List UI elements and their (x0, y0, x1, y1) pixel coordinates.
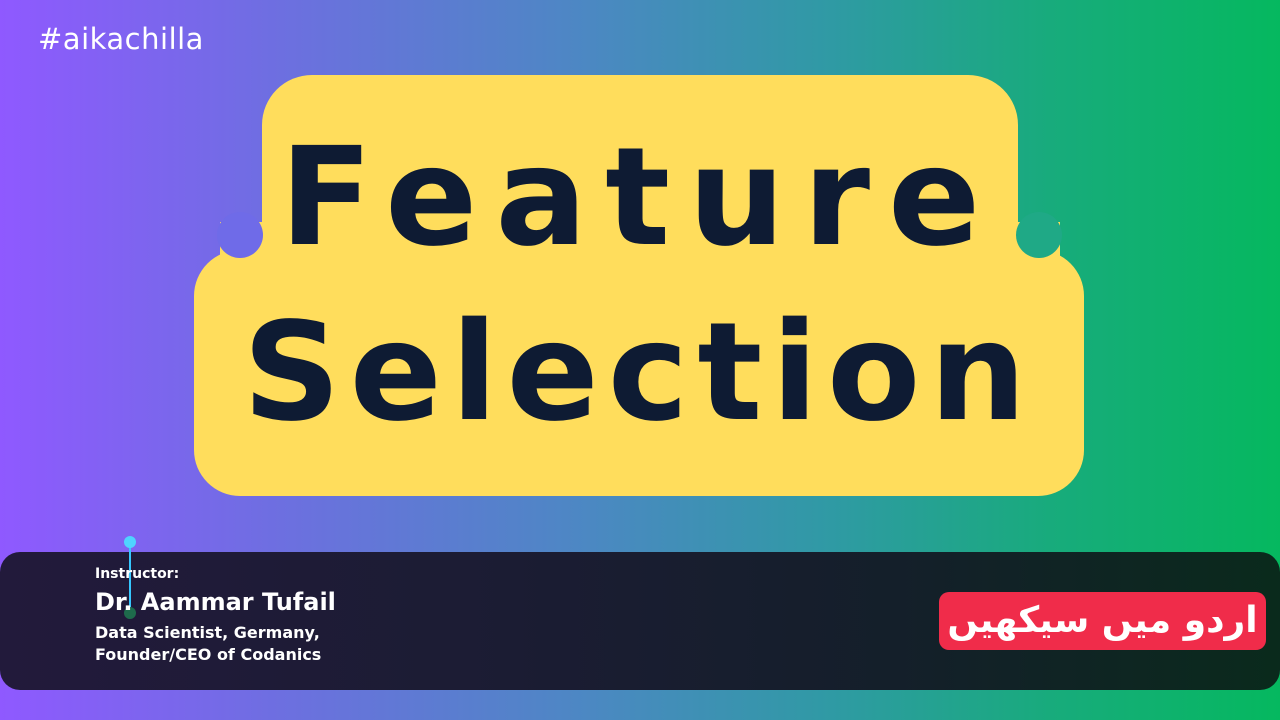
instructor-info: Instructor: Dr. Aammar Tufail Data Scien… (95, 566, 336, 666)
instructor-role-line-1: Data Scientist, Germany, (95, 623, 320, 642)
title-line-2: Selection (242, 294, 1036, 452)
instructor-role-line-2: Founder/CEO of Codanics (95, 645, 322, 664)
hashtag-label: #aikachilla (38, 22, 204, 56)
title-line-1: Feature (279, 119, 999, 277)
instructor-name: Dr. Aammar Tufail (95, 588, 336, 616)
instructor-label: Instructor: (95, 566, 180, 582)
accent-pin-dot (124, 536, 136, 548)
urdu-learn-badge: اردو میں سیکھیں (939, 592, 1266, 650)
